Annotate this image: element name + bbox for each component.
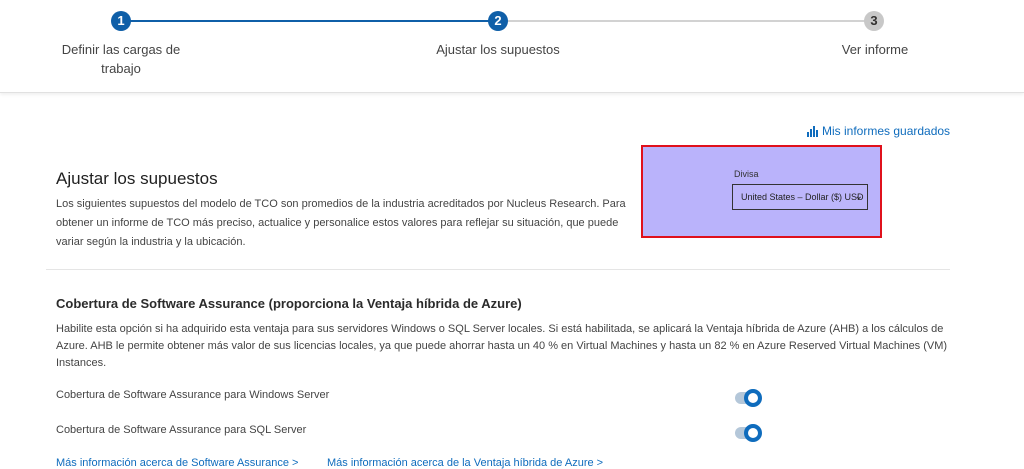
windows-server-toggle[interactable] <box>735 389 762 407</box>
step-2-label[interactable]: Ajustar los supuestos <box>418 40 578 59</box>
saved-reports-label: Mis informes guardados <box>822 124 951 138</box>
currency-label: Divisa <box>734 169 759 179</box>
toggle-knob <box>744 389 762 407</box>
step-3-indicator[interactable]: 3 <box>864 11 884 31</box>
toggle-knob <box>744 424 762 442</box>
currency-select[interactable]: United States – Dollar ($) USD ⌄ <box>732 184 868 210</box>
step-3-label[interactable]: Ver informe <box>815 40 935 59</box>
currency-highlight-box: Divisa United States – Dollar ($) USD ⌄ <box>641 145 882 238</box>
software-assurance-description: Habilite esta opción si ha adquirido est… <box>56 323 948 369</box>
software-assurance-info-link[interactable]: Más información acerca de Software Assur… <box>56 457 298 469</box>
hybrid-benefit-info-link[interactable]: Más información acerca de la Ventaja híb… <box>327 457 603 469</box>
sql-server-toggle[interactable] <box>735 424 762 442</box>
currency-selected-value: United States – Dollar ($) USD <box>741 192 864 202</box>
step-1-label-line1: Definir las cargas de <box>61 42 181 57</box>
windows-server-toggle-label: Cobertura de Software Assurance para Win… <box>56 389 330 401</box>
step-2-indicator[interactable]: 2 <box>488 11 508 31</box>
step-track-pending <box>498 20 874 22</box>
saved-reports-link[interactable]: Mis informes guardados <box>807 124 950 138</box>
wizard-stepper: 1 2 3 Definir las cargas de trabajo Ajus… <box>0 0 1024 93</box>
step-1-label-line2: trabajo <box>101 61 141 76</box>
chevron-down-icon: ⌄ <box>854 191 863 202</box>
section-divider <box>46 269 950 270</box>
step-1-indicator[interactable]: 1 <box>111 11 131 31</box>
step-track-completed <box>121 20 498 22</box>
software-assurance-title: Cobertura de Software Assurance (proporc… <box>56 296 522 311</box>
step-1-label[interactable]: Definir las cargas de trabajo <box>56 40 186 78</box>
bar-chart-icon <box>807 125 818 137</box>
page-title: Ajustar los supuestos <box>56 169 218 188</box>
section-description: Los siguientes supuestos del modelo de T… <box>56 198 626 248</box>
sql-server-toggle-label: Cobertura de Software Assurance para SQL… <box>56 424 307 436</box>
